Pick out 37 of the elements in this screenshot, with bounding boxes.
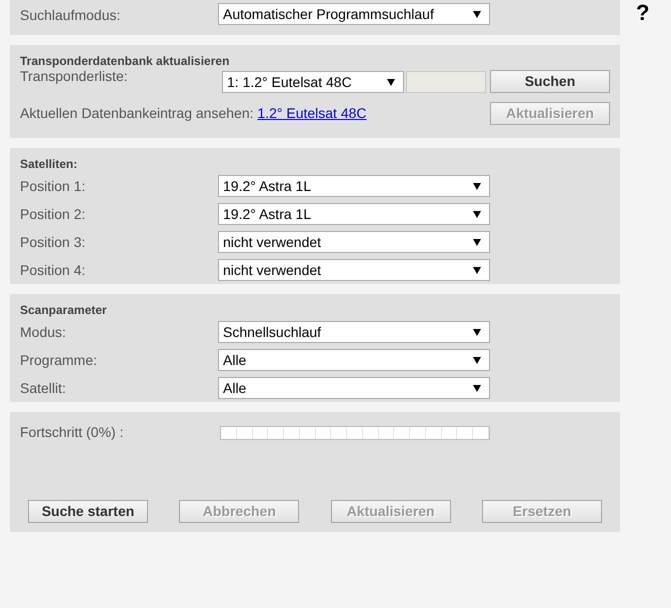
caret-icon [473,10,481,18]
section-title: Satelliten: [20,157,78,171]
dropdown[interactable]: 19.2° Astra 1L [218,175,490,197]
field-label: Position 4: [20,260,86,280]
field-label: Position 2: [20,204,86,224]
field-label: Modus: [20,322,67,342]
field-label: Position 1: [20,176,86,196]
dropdown[interactable]: Alle [218,349,490,371]
field-label: Satellit: [20,378,67,398]
field-label: Fortschritt (0%) : [20,423,124,442]
caret-icon [473,238,481,246]
button[interactable]: Suche starten [28,500,148,523]
input-field[interactable] [406,71,486,93]
caret-icon [473,210,481,218]
caret-icon [473,182,481,190]
dropdown[interactable]: Schnellsuchlauf [218,321,490,343]
section-title: Scanparameter [20,303,108,317]
button[interactable]: Suchen [490,70,610,93]
caret-icon [387,78,395,86]
dropdown[interactable]: Alle [218,377,490,399]
section-title: Transponderdatenbank aktualisieren [20,54,230,68]
field-label: Programme: [20,350,98,370]
field-label: Suchlaufmodus: [20,6,122,25]
dropdown[interactable]: nicht verwendet [218,231,490,253]
dropdown[interactable]: 1: 1.2° Eutelsat 48C [222,71,404,93]
dropdown[interactable]: 19.2° Astra 1L [218,203,490,225]
field-label: Position 3: [20,232,86,252]
caret-icon [473,328,481,336]
entry-link[interactable]: 1.2° Eutelsat 48C [257,105,367,121]
field-label: Transponderliste: [20,68,129,84]
link-text: Aktuellen Datenbankeintrag ansehen: 1.2° Eutelsat 48C [20,104,367,123]
caret-icon [473,384,481,392]
help-icon[interactable]: ? [636,0,650,29]
dropdown[interactable]: nicht verwendet [218,259,490,281]
dropdown[interactable]: Automatischer Programmsuchlauf [218,3,490,25]
caret-icon [473,266,481,274]
caret-icon [473,356,481,364]
